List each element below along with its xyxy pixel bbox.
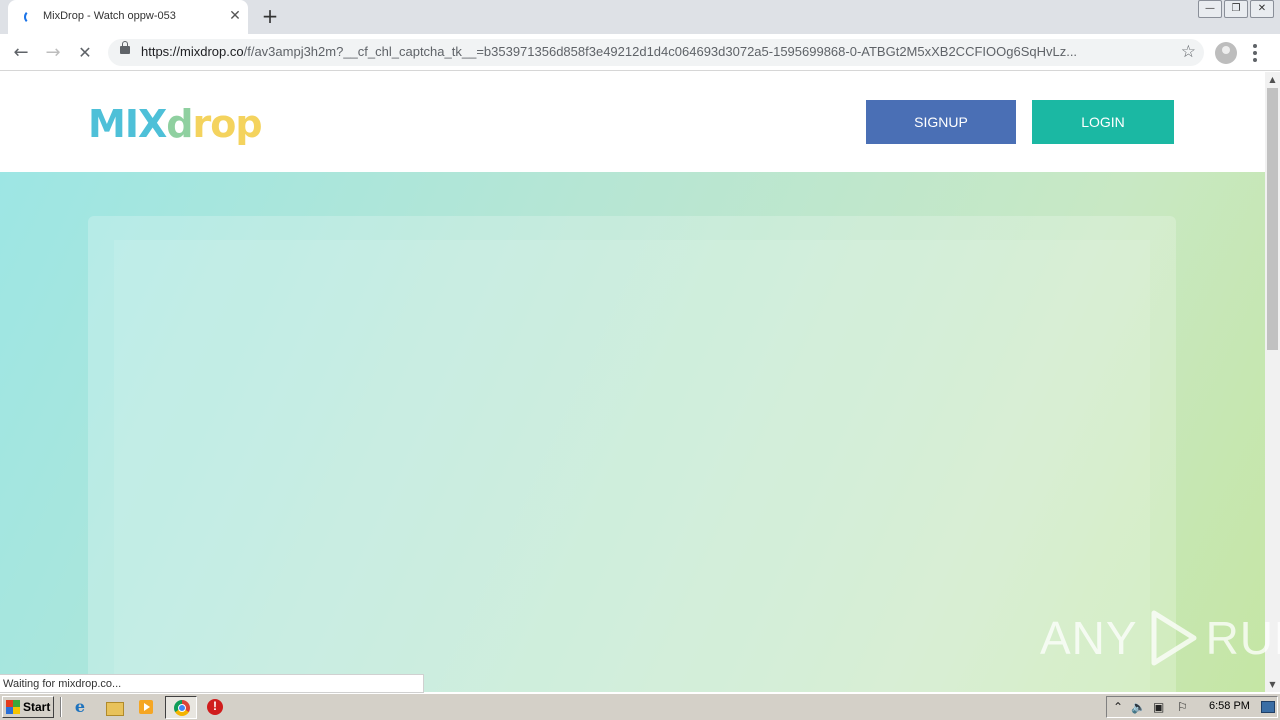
clock[interactable]: 6:58 PM <box>1209 700 1250 712</box>
start-label: Start <box>23 700 51 714</box>
chrome-taskbar-button[interactable] <box>165 696 197 719</box>
watermark-text-any: ANY <box>1040 612 1138 664</box>
url-domain: mixdrop.co <box>180 44 244 59</box>
chrome-icon <box>174 700 190 716</box>
signup-button[interactable]: SIGNUP <box>866 100 1016 144</box>
mixdrop-logo[interactable]: MIXdrop <box>88 102 263 146</box>
profile-avatar-icon[interactable] <box>1215 42 1237 64</box>
scroll-up-arrow-icon[interactable]: ▲ <box>1265 72 1280 87</box>
login-button[interactable]: LOGIN <box>1032 100 1174 144</box>
system-tray: ⌃ 🔈 ▣ ⚐ 6:58 PM <box>1106 696 1278 718</box>
show-desktop-icon[interactable] <box>1261 701 1275 713</box>
page-viewport: MIXdrop SIGNUP LOGIN <box>0 72 1265 692</box>
file-explorer-icon[interactable] <box>104 698 124 716</box>
url-text[interactable]: https://mixdrop.co/f/av3ampj3h2m?__cf_ch… <box>141 44 1171 59</box>
page-scrollbar[interactable]: ▲ ▼ <box>1265 72 1280 692</box>
tab-close-icon[interactable]: ✕ <box>226 7 244 25</box>
forward-button[interactable]: → <box>40 40 66 66</box>
bookmark-star-icon[interactable]: ☆ <box>1181 42 1196 62</box>
network-icon[interactable]: ▣ <box>1153 700 1164 714</box>
stop-loading-button[interactable]: ✕ <box>72 40 98 66</box>
tab-title: MixDrop - Watch oppw-053 <box>43 10 176 22</box>
internet-explorer-icon[interactable]: e <box>70 698 90 716</box>
tab-mixdrop[interactable]: MixDrop - Watch oppw-053 ✕ <box>8 0 248 34</box>
video-player-container[interactable] <box>88 216 1176 692</box>
tray-expand-icon[interactable]: ⌃ <box>1113 700 1123 714</box>
tab-strip: MixDrop - Watch oppw-053 ✕ + — ❐ ✕ <box>0 0 1280 34</box>
scroll-thumb[interactable] <box>1267 88 1278 350</box>
browser-toolbar: ← → ✕ https://mixdrop.co/f/av3ampj3h2m?_… <box>0 34 1280 71</box>
url-scheme: https:// <box>141 44 181 59</box>
status-bubble: Waiting for mixdrop.co... <box>0 674 424 693</box>
taskbar-separator <box>60 697 62 717</box>
logo-part-mix: MIX <box>88 102 167 146</box>
volume-icon[interactable]: 🔈 <box>1131 700 1146 714</box>
restore-button[interactable]: ❐ <box>1224 0 1248 18</box>
loading-spinner-icon <box>24 10 38 24</box>
windows-logo-icon <box>6 700 20 714</box>
anyrun-watermark: ANY RUN <box>1040 606 1280 670</box>
play-icon <box>1151 610 1197 666</box>
video-player-area[interactable] <box>114 240 1150 692</box>
logo-part-rop: rop <box>192 102 262 146</box>
browser-menu-icon[interactable] <box>1252 42 1258 62</box>
minimize-button[interactable]: — <box>1198 0 1222 18</box>
watermark-text-run: RUN <box>1205 612 1280 664</box>
start-button[interactable]: Start <box>2 696 54 718</box>
close-window-button[interactable]: ✕ <box>1250 0 1274 18</box>
logo-part-d: d <box>166 102 193 146</box>
site-header: MIXdrop SIGNUP LOGIN <box>0 72 1265 172</box>
stop-sign-icon[interactable] <box>205 698 225 716</box>
media-player-icon[interactable] <box>137 698 157 716</box>
url-path: /f/av3ampj3h2m?__cf_chl_captcha_tk__=b35… <box>243 44 1078 59</box>
window-controls: — ❐ ✕ <box>1196 0 1274 18</box>
action-center-flag-icon[interactable]: ⚐ <box>1177 700 1188 714</box>
windows-taskbar: Start e ⌃ 🔈 ▣ ⚐ 6:58 PM <box>0 693 1280 720</box>
lock-icon[interactable] <box>120 41 130 54</box>
address-bar[interactable]: https://mixdrop.co/f/av3ampj3h2m?__cf_ch… <box>108 39 1204 66</box>
new-tab-button[interactable]: + <box>258 5 282 29</box>
back-button[interactable]: ← <box>8 40 34 66</box>
scroll-down-arrow-icon[interactable]: ▼ <box>1265 677 1280 692</box>
